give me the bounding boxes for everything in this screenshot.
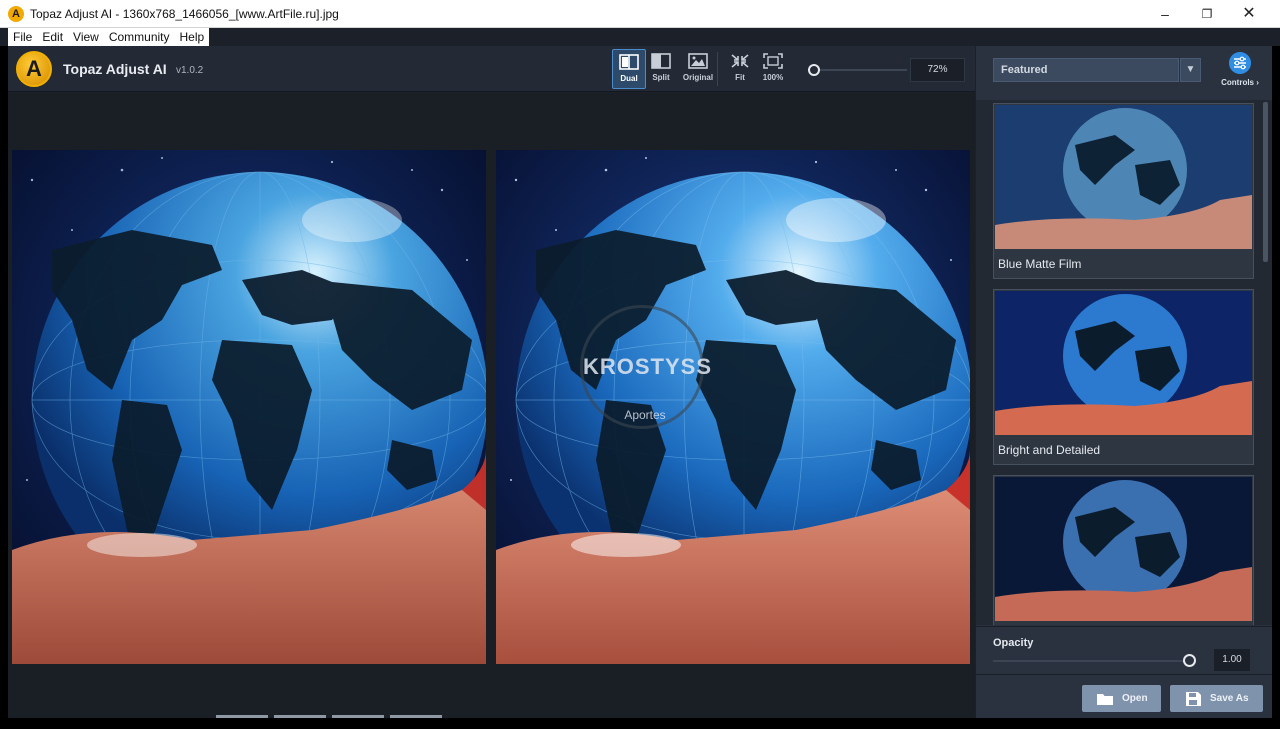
opacity-value-field[interactable]: 1.00	[1214, 649, 1250, 671]
preset-panel: Featured ▼ Controls › Blue Matte Film Br…	[976, 46, 1272, 718]
preset-name: Blue Matte Film	[998, 257, 1082, 271]
zoom-slider-handle[interactable]	[808, 64, 820, 76]
open-label: Open	[1122, 693, 1148, 704]
zoom-slider-track[interactable]	[811, 69, 907, 71]
split-view-label: Split	[652, 73, 670, 82]
fit-label: Fit	[735, 73, 745, 82]
adjusted-image: KROSTYSS Aportes	[496, 150, 970, 664]
dual-view-label: Dual	[620, 74, 638, 83]
preset-thumbnail	[995, 105, 1252, 249]
preset-card-third[interactable]	[993, 475, 1254, 625]
menu-view[interactable]: View	[68, 28, 104, 46]
topaz-logo-icon: A	[16, 51, 52, 87]
save-disk-icon	[1186, 692, 1201, 706]
watermark-logo: KROSTYSS Aportes	[580, 305, 713, 429]
globe-hand-photo	[12, 150, 486, 664]
preset-list-scrollbar[interactable]	[1263, 102, 1268, 262]
opacity-slider-track[interactable]	[993, 660, 1196, 662]
zoom-100-label: 100%	[762, 73, 784, 82]
frame-right	[1272, 46, 1280, 718]
watermark-subtext: Aportes	[624, 408, 666, 422]
original-view-label: Original	[682, 73, 714, 82]
original-view-icon	[688, 53, 708, 69]
frame-bottom	[0, 718, 1280, 729]
action-bar: Open Save As	[976, 674, 1272, 718]
app-window: A Topaz Adjust AI - 1360x768_1466056_[ww…	[0, 0, 1280, 729]
preset-card-bright-and-detailed[interactable]: Bright and Detailed	[993, 289, 1254, 465]
preset-name: Bright and Detailed	[998, 443, 1101, 457]
preset-thumbnail	[995, 477, 1252, 621]
title-bar: A Topaz Adjust AI - 1360x768_1466056_[ww…	[0, 0, 1280, 28]
original-image	[12, 150, 486, 664]
opacity-slider-handle[interactable]	[1183, 654, 1196, 667]
save-as-label: Save As	[1210, 693, 1249, 704]
chevron-down-icon[interactable]: ▼	[1180, 58, 1201, 82]
menu-list: File Edit View Community Help	[8, 28, 210, 46]
image-canvas: KROSTYSS Aportes	[8, 93, 975, 718]
split-view-button[interactable]: Split	[644, 49, 678, 89]
opacity-label: Opacity	[993, 637, 1034, 649]
actual-size-icon	[763, 53, 783, 69]
menu-edit[interactable]: Edit	[37, 28, 68, 46]
fit-icon	[731, 54, 749, 68]
zoom-100-button[interactable]: 100%	[756, 49, 790, 89]
minimize-icon[interactable]: –	[1142, 0, 1188, 28]
dual-view-button[interactable]: Dual	[612, 49, 646, 89]
app-name: Topaz Adjust AI	[63, 61, 167, 77]
controls-button[interactable]: Controls ›	[1218, 52, 1262, 88]
split-view-icon	[651, 53, 671, 69]
preset-card-blue-matte-film[interactable]: Blue Matte Film	[993, 103, 1254, 279]
maximize-icon[interactable]: ❐	[1184, 0, 1230, 28]
watermark-text: KROSTYSS	[583, 354, 713, 379]
menu-help[interactable]: Help	[175, 28, 210, 46]
original-view-button[interactable]: Original	[681, 49, 715, 89]
app-icon: A	[8, 6, 24, 22]
preset-thumbnail	[995, 291, 1252, 435]
fit-button[interactable]: Fit	[723, 49, 757, 89]
preset-list: Blue Matte Film Bright and Detailed	[976, 100, 1272, 625]
controls-label: Controls ›	[1221, 78, 1259, 87]
app-version: v1.0.2	[176, 65, 204, 76]
folder-icon	[1097, 694, 1113, 705]
menu-file[interactable]: File	[8, 28, 37, 46]
save-as-button[interactable]: Save As	[1170, 685, 1263, 712]
globe-hand-photo-adjusted	[496, 150, 970, 664]
menu-community[interactable]: Community	[104, 28, 175, 46]
open-button[interactable]: Open	[1082, 685, 1161, 712]
dual-view-icon	[619, 54, 639, 70]
menu-bar: File Edit View Community Help	[0, 28, 1280, 46]
window-title: Topaz Adjust AI - 1360x768_1466056_[www.…	[30, 7, 339, 21]
toolbar: A Topaz Adjust AI v1.0.2 Dual Split Orig…	[8, 46, 975, 92]
zoom-value-field[interactable]: 72%	[910, 58, 965, 82]
toolbar-separator	[717, 52, 718, 86]
frame-left	[0, 46, 8, 718]
opacity-section: Opacity 1.00	[976, 626, 1272, 674]
preset-category-select[interactable]: Featured	[993, 58, 1179, 82]
close-icon[interactable]: ✕	[1226, 0, 1272, 28]
sliders-icon	[1229, 52, 1251, 74]
